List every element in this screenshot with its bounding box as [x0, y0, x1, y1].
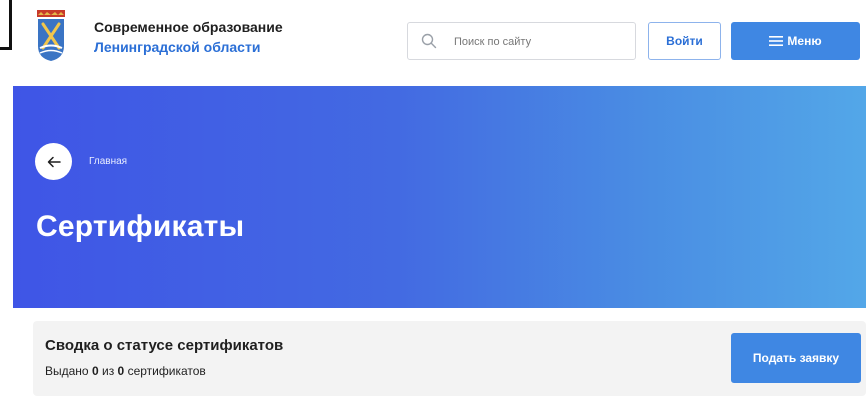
brand-title: Современное образование: [94, 19, 283, 35]
coat-of-arms-logo[interactable]: [37, 10, 65, 62]
search-icon: [421, 33, 437, 49]
apply-button-label: Подать заявку: [752, 351, 840, 365]
total-count: 0: [117, 364, 125, 378]
summary-title: Сводка о статусе сертификатов: [45, 337, 284, 354]
summary-status: Выдано 0 из 0 сертификатов: [45, 364, 206, 378]
certificate-summary-card: Сводка о статусе сертификатов Выдано 0 и…: [33, 321, 866, 396]
back-button[interactable]: [35, 143, 72, 180]
hamburger-icon: [769, 36, 784, 46]
login-button-label: Войти: [666, 34, 703, 48]
page: Современное образование Ленинградской об…: [0, 0, 866, 404]
login-button[interactable]: Войти: [648, 22, 721, 60]
apply-button[interactable]: Подать заявку: [731, 333, 861, 383]
search-input[interactable]: [452, 31, 626, 53]
status-middle: из: [101, 364, 115, 378]
breadcrumb-home[interactable]: Главная: [89, 156, 127, 167]
status-suffix: сертификатов: [127, 364, 206, 378]
site-header: Современное образование Ленинградской об…: [0, 0, 866, 86]
brand-region: Ленинградской области: [94, 39, 261, 55]
issued-count: 0: [91, 364, 99, 378]
search-box[interactable]: [407, 22, 636, 60]
status-prefix: Выдано: [45, 364, 89, 378]
hero-banner: Главная Сертификаты: [13, 86, 866, 308]
page-title: Сертификаты: [36, 210, 245, 243]
site-brand[interactable]: Современное образование Ленинградской об…: [94, 17, 283, 57]
menu-button-label: Меню: [787, 34, 822, 48]
arrow-left-icon: [47, 156, 61, 167]
menu-button[interactable]: Меню: [731, 22, 860, 60]
